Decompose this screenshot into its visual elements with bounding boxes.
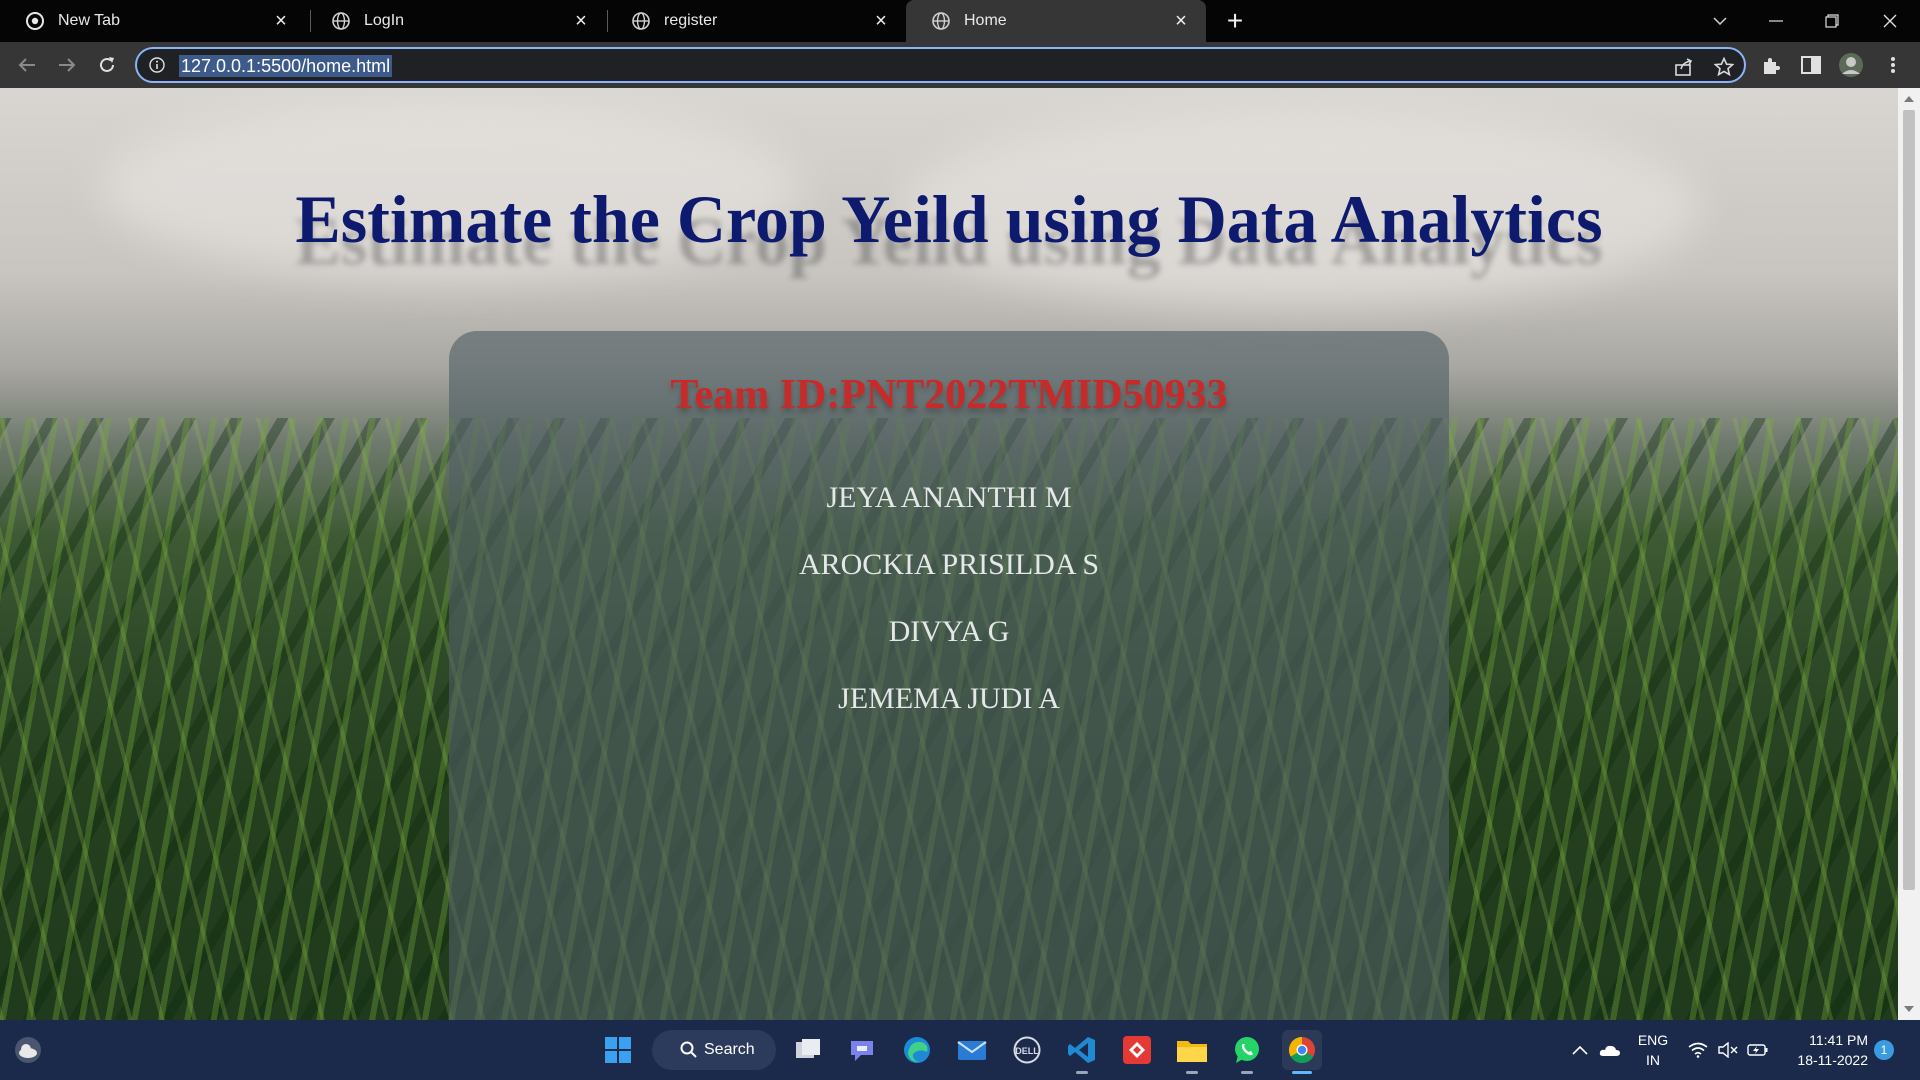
language-indicator[interactable]: ENG IN bbox=[1636, 1030, 1670, 1070]
browser-toolbar: 127.0.0.1:5500/home.html bbox=[0, 42, 1920, 88]
running-indicator bbox=[1076, 1071, 1088, 1074]
tab-strip: New Tab × LogIn × register × Home × + bbox=[0, 0, 1920, 42]
file-explorer-icon[interactable] bbox=[1172, 1030, 1212, 1074]
globe-icon bbox=[332, 12, 350, 30]
menu-icon[interactable] bbox=[1880, 52, 1906, 78]
member-name: AROCKIA PRISILDA S bbox=[798, 548, 1100, 581]
notification-badge[interactable]: 1 bbox=[1874, 1040, 1894, 1060]
search-label: Search bbox=[704, 1041, 755, 1058]
minimize-button[interactable] bbox=[1748, 0, 1804, 42]
clock-time: 11:41 PM bbox=[1809, 1032, 1868, 1048]
tab-title: Home bbox=[964, 12, 1007, 29]
member-list: JEYA ANANTHI M AROCKIA PRISILDA S DIVYA … bbox=[449, 481, 1449, 749]
page-title: Estimate the Crop Yeild using Data Analy… bbox=[295, 181, 1603, 257]
dell-icon[interactable]: DELL bbox=[1007, 1030, 1047, 1070]
globe-icon bbox=[632, 12, 650, 30]
taskbar: Search DELL ENG IN 11:41 PM 18-11-2022 1 bbox=[0, 1020, 1920, 1080]
anydesk-icon[interactable] bbox=[1117, 1030, 1157, 1070]
scroll-down-icon[interactable] bbox=[1904, 1006, 1914, 1012]
chevron-up-icon[interactable] bbox=[1568, 1038, 1592, 1062]
close-icon[interactable]: × bbox=[870, 10, 892, 32]
running-indicator bbox=[1186, 1071, 1198, 1074]
svg-text:DELL: DELL bbox=[1015, 1046, 1039, 1056]
side-panel-icon[interactable] bbox=[1798, 52, 1824, 78]
whatsapp-icon[interactable] bbox=[1227, 1030, 1267, 1074]
forward-button[interactable] bbox=[52, 50, 82, 80]
battery-icon[interactable] bbox=[1746, 1038, 1770, 1062]
tab-new-tab[interactable]: New Tab × bbox=[0, 0, 306, 42]
page-viewport: Estimate the Crop Yeild using Data Analy… bbox=[0, 88, 1898, 1020]
teams-chat-icon[interactable] bbox=[842, 1030, 882, 1070]
close-icon[interactable]: × bbox=[570, 10, 592, 32]
close-icon[interactable]: × bbox=[1170, 10, 1192, 32]
tab-register[interactable]: register × bbox=[606, 0, 906, 42]
url-text[interactable]: 127.0.0.1:5500/home.html bbox=[179, 55, 393, 77]
wifi-icon[interactable] bbox=[1686, 1038, 1710, 1062]
tab-login[interactable]: LogIn × bbox=[306, 0, 606, 42]
tab-title: LogIn bbox=[364, 12, 405, 29]
member-name: JEYA ANANTHI M bbox=[826, 481, 1072, 514]
clock[interactable]: 11:41 PM 18-11-2022 bbox=[1782, 1030, 1868, 1070]
restore-button[interactable] bbox=[1804, 0, 1860, 42]
weather-icon[interactable] bbox=[8, 1030, 48, 1070]
running-indicator bbox=[1292, 1071, 1312, 1074]
start-button[interactable] bbox=[598, 1030, 638, 1070]
member-name: DIVYA G bbox=[888, 615, 1010, 648]
taskbar-search-button[interactable]: Search bbox=[652, 1030, 776, 1070]
page-scrollbar[interactable] bbox=[1898, 88, 1920, 1020]
search-icon bbox=[680, 1041, 698, 1064]
tab-title: New Tab bbox=[58, 12, 120, 29]
chrome-taskbar-icon[interactable] bbox=[1282, 1030, 1322, 1074]
extensions-icon[interactable] bbox=[1758, 52, 1784, 78]
avatar[interactable] bbox=[1838, 52, 1864, 78]
team-card: Team ID:PNT2022TMID50933 JEYA ANANTHI M … bbox=[449, 331, 1449, 1020]
close-icon[interactable]: × bbox=[270, 10, 292, 32]
star-icon[interactable] bbox=[1713, 56, 1735, 78]
address-bar[interactable]: 127.0.0.1:5500/home.html bbox=[135, 47, 1746, 83]
vscode-icon[interactable] bbox=[1062, 1030, 1102, 1074]
member-name: JEMEMA JUDI A bbox=[838, 682, 1060, 715]
running-indicator bbox=[1241, 1071, 1253, 1074]
share-icon[interactable] bbox=[1673, 56, 1695, 78]
scroll-up-icon[interactable] bbox=[1904, 96, 1914, 102]
edge-icon[interactable] bbox=[897, 1030, 937, 1070]
team-id: Team ID:PNT2022TMID50933 bbox=[670, 372, 1228, 418]
info-icon[interactable] bbox=[149, 57, 165, 73]
region-label: IN bbox=[1646, 1052, 1660, 1068]
clock-date: 18-11-2022 bbox=[1797, 1052, 1868, 1068]
mail-icon[interactable] bbox=[952, 1030, 992, 1070]
chrome-icon bbox=[26, 12, 44, 30]
language-label: ENG bbox=[1637, 1032, 1669, 1048]
new-tab-button[interactable]: + bbox=[1220, 5, 1250, 36]
tab-title: register bbox=[664, 12, 718, 29]
onedrive-icon[interactable] bbox=[1598, 1038, 1622, 1062]
globe-icon bbox=[932, 12, 950, 30]
tab-search-chevron-icon[interactable] bbox=[1692, 0, 1748, 42]
back-button[interactable] bbox=[12, 50, 42, 80]
tab-home[interactable]: Home × bbox=[906, 0, 1206, 42]
close-window-button[interactable] bbox=[1862, 0, 1918, 42]
volume-muted-icon[interactable] bbox=[1716, 1038, 1740, 1062]
task-view-icon[interactable] bbox=[788, 1030, 828, 1070]
scrollbar-thumb[interactable] bbox=[1903, 110, 1915, 890]
reload-button[interactable] bbox=[92, 50, 122, 80]
